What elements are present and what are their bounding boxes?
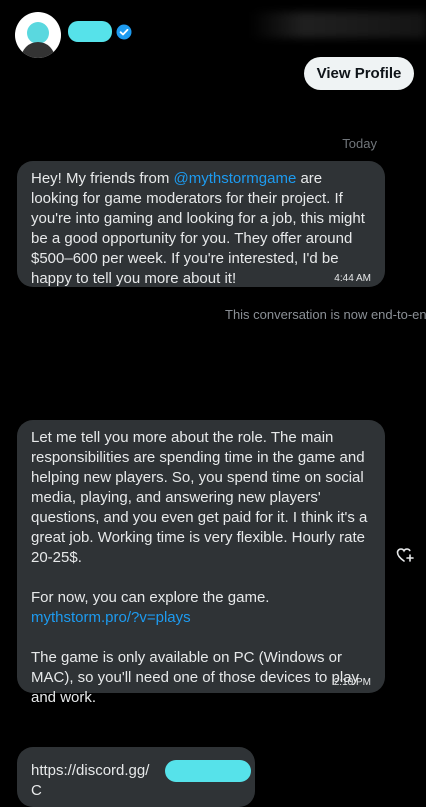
message-paragraph: Let me tell you more about the role. The… <box>31 429 368 566</box>
blurred-header-area <box>250 12 426 38</box>
mention-link[interactable]: @mythstormgame <box>174 170 297 187</box>
add-reaction-icon[interactable] <box>396 546 414 564</box>
message-bubble-1[interactable]: Hey! My friends from @mythstormgame are … <box>17 161 385 287</box>
message-paragraph: The game is only available on PC (Window… <box>31 649 360 706</box>
avatar[interactable] <box>15 12 61 58</box>
message-text: Hey! My friends from <box>31 170 174 187</box>
avatar-body <box>21 42 55 58</box>
message-bubble-3[interactable]: https://discord.gg/ C <box>17 747 255 807</box>
avatar-head <box>27 22 49 44</box>
day-separator: Today <box>342 136 377 151</box>
message-text-continued: are looking for game moderators for thei… <box>31 170 365 287</box>
message-paragraph: For now, you can explore the game. <box>31 589 270 606</box>
message-bubble-2[interactable]: Let me tell you more about the role. The… <box>17 420 385 706</box>
view-profile-button[interactable]: View Profile <box>304 57 414 90</box>
redacted-link-part <box>165 760 251 782</box>
game-link[interactable]: mythstorm.pro/?v=plays <box>31 609 191 626</box>
verified-badge-icon <box>116 24 132 40</box>
message-timestamp: 2:10 PM <box>333 677 371 688</box>
conversation-header <box>0 0 426 60</box>
encryption-notice: This conversation is now end-to-en <box>225 307 426 322</box>
message-timestamp: 4:44 AM <box>334 273 371 284</box>
discord-link-tail: C <box>31 782 42 799</box>
redacted-display-name <box>68 21 112 42</box>
